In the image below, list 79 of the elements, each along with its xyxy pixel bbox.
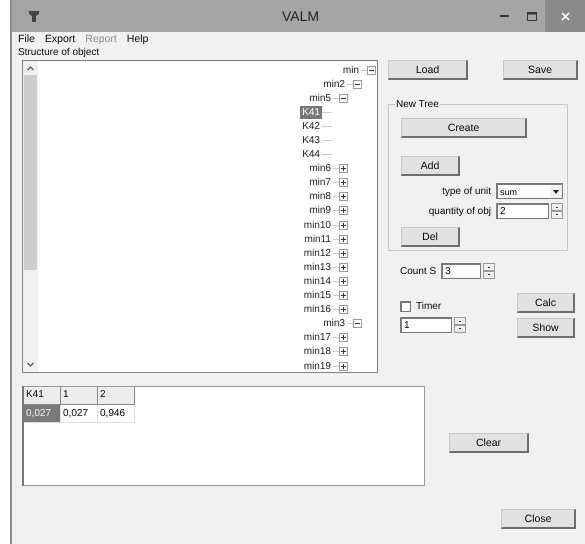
show-button[interactable]: Show (517, 318, 575, 338)
tree-item[interactable]: min15 (302, 289, 333, 302)
checkbox-label: Timer (416, 301, 442, 312)
tree-caption: Structure of object (17, 46, 100, 60)
tree-item[interactable]: min11 (302, 232, 333, 246)
column-header: 1 (61, 387, 98, 405)
expand-icon[interactable] (339, 206, 348, 216)
table-cell[interactable]: 0,027 (61, 405, 98, 423)
collapse-icon[interactable] (353, 319, 362, 328)
unit-type-dropdown[interactable]: sum (496, 183, 563, 199)
tree-item[interactable]: min17 (302, 331, 333, 344)
tree-item[interactable]: K43 (300, 134, 322, 148)
expand-icon[interactable] (339, 164, 348, 174)
tree-item[interactable]: min6 (307, 162, 333, 176)
menu-item[interactable]: Export (44, 32, 76, 46)
expand-icon[interactable] (339, 333, 348, 342)
expand-icon[interactable] (339, 347, 348, 356)
tree-item[interactable]: min8 (307, 190, 333, 204)
tree-item[interactable]: min9 (307, 204, 333, 218)
collapse-icon[interactable] (353, 80, 362, 89)
spinner-arrows-icon[interactable] (454, 317, 466, 333)
scrollbar-thumb[interactable] (24, 75, 37, 270)
expand-icon[interactable] (339, 220, 348, 230)
tree-item[interactable]: min12 (302, 246, 333, 260)
app-icon (28, 9, 40, 23)
clear-button[interactable]: Clear (449, 433, 529, 453)
add-button[interactable]: Add (401, 156, 460, 176)
tree-item[interactable]: min19 (302, 360, 333, 372)
expand-icon[interactable] (339, 234, 348, 244)
timer-checkbox[interactable] (400, 301, 411, 312)
expand-icon[interactable] (339, 248, 348, 258)
spinner-arrows-icon[interactable] (551, 203, 563, 219)
calc-button[interactable]: Calc (517, 293, 575, 313)
expand-icon[interactable] (339, 192, 348, 202)
close-icon[interactable] (560, 12, 570, 20)
close-button[interactable]: Close (501, 509, 576, 529)
expand-icon[interactable] (339, 178, 348, 188)
expand-icon[interactable] (339, 362, 348, 371)
tree-item[interactable]: min18 (302, 345, 333, 358)
load-button[interactable]: Load (388, 60, 468, 80)
column-header: 2 (98, 387, 135, 405)
tree-item[interactable]: K44 (300, 148, 322, 162)
menu-item[interactable]: File (18, 32, 35, 46)
expand-icon[interactable] (339, 262, 348, 272)
count-field[interactable]: 3 (441, 263, 482, 279)
field-label: quantity of obj (428, 206, 491, 216)
del-button[interactable]: Del (401, 227, 460, 247)
collapse-icon[interactable] (367, 66, 376, 75)
close-button[interactable] (545, 0, 585, 32)
group-title: New Tree (395, 99, 440, 110)
tree-item[interactable]: min2 (321, 78, 347, 91)
tree-item[interactable]: min (340, 64, 361, 77)
collapse-icon[interactable] (339, 94, 348, 103)
scrollbar[interactable] (23, 61, 38, 372)
tree-item[interactable]: min13 (302, 260, 333, 274)
tree-item[interactable]: min3 (321, 317, 347, 330)
tree-item[interactable]: min7 (307, 176, 333, 190)
maximize-icon[interactable] (526, 12, 536, 20)
tree-item[interactable]: K41 (300, 106, 322, 119)
table-cell[interactable]: 0,027 (24, 405, 61, 423)
expand-icon[interactable] (339, 291, 348, 300)
tree-item[interactable]: min14 (302, 274, 333, 288)
column-header: K41 (24, 387, 61, 405)
tree-item[interactable]: min16 (302, 303, 333, 316)
timer-field[interactable]: 1 (400, 317, 452, 333)
create-button[interactable]: Create (401, 118, 527, 138)
tree-item[interactable]: K42 (300, 120, 322, 133)
table-cell[interactable]: 0,946 (98, 405, 135, 423)
tree-item[interactable]: min10 (302, 218, 333, 232)
quantity-field[interactable]: 2 (496, 203, 549, 219)
expand-icon[interactable] (339, 305, 348, 314)
field-label: Count S (400, 266, 436, 276)
field-label: type of unit (442, 186, 491, 196)
spinner-arrows-icon[interactable] (483, 263, 496, 279)
save-button[interactable]: Save (503, 60, 578, 80)
window-title: VALM (280, 8, 320, 24)
expand-icon[interactable] (339, 276, 348, 286)
tree-item[interactable]: min5 (307, 92, 333, 105)
menu-item[interactable]: Help (126, 32, 148, 46)
